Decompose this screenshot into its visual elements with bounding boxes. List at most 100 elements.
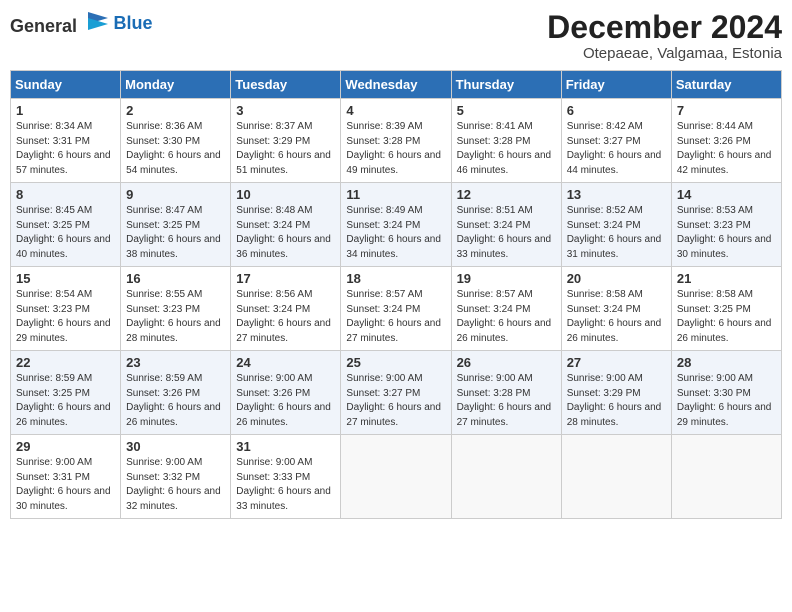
day-detail: Sunrise: 9:00 AMSunset: 3:33 PMDaylight:… (236, 456, 335, 514)
calendar-cell: 18Sunrise: 8:57 AMSunset: 3:24 PMDayligh… (341, 267, 451, 351)
calendar-cell: 4 Sunrise: 8:39 AMSunset: 3:28 PMDaylight… (341, 99, 451, 183)
calendar-cell (451, 435, 561, 519)
day-number: 9 (126, 187, 225, 202)
calendar-cell: 12 Sunrise: 8:51 AMSunset: 3:24 PMDayligh… (451, 183, 561, 267)
calendar-cell (561, 435, 671, 519)
header: General Blue December 2024 Otepaeae, Val… (10, 10, 782, 62)
day-detail: Sunrise: 9:00 AMSunset: 3:30 PMDaylight:… (677, 372, 776, 430)
day-detail: Sunrise: 8:55 AMSunset: 3:23 PMDaylight:… (126, 288, 225, 346)
calendar-cell: 3 Sunrise: 8:37 AMSunset: 3:29 PMDaylight… (231, 99, 341, 183)
calendar-cell: 21 Sunrise: 8:58 AMSunset: 3:25 PMDayligh… (671, 267, 781, 351)
day-number: 2 (126, 103, 225, 118)
day-detail: Sunrise: 8:52 AMSunset: 3:24 PMDaylight:… (567, 204, 666, 262)
calendar-cell: 5 Sunrise: 8:41 AMSunset: 3:28 PMDaylight… (451, 99, 561, 183)
weekday-header-friday: Friday (561, 71, 671, 99)
day-detail: Sunrise: 8:39 AMSunset: 3:28 PMDaylight:… (346, 120, 445, 178)
day-number: 26 (457, 355, 556, 370)
calendar-cell: 14 Sunrise: 8:53 AMSunset: 3:23 PMDayligh… (671, 183, 781, 267)
day-number: 15 (16, 271, 115, 286)
calendar-cell: 9Sunrise: 8:47 AMSunset: 3:25 PMDaylight… (121, 183, 231, 267)
month-title: December 2024 (547, 10, 782, 45)
calendar-cell: 24 Sunrise: 9:00 AMSunset: 3:26 PMDayligh… (231, 351, 341, 435)
weekday-header-tuesday: Tuesday (231, 71, 341, 99)
day-number: 24 (236, 355, 335, 370)
day-detail: Sunrise: 9:00 AMSunset: 3:32 PMDaylight:… (126, 456, 225, 514)
day-number: 14 (677, 187, 776, 202)
day-detail: Sunrise: 8:37 AMSunset: 3:29 PMDaylight:… (236, 120, 335, 178)
calendar-week-row: 8 Sunrise: 8:45 AMSunset: 3:25 PMDaylight… (11, 183, 782, 267)
day-detail: Sunrise: 8:58 AMSunset: 3:24 PMDaylight:… (567, 288, 666, 346)
day-detail: Sunrise: 8:57 AMSunset: 3:24 PMDaylight:… (457, 288, 556, 346)
calendar-cell: 13 Sunrise: 8:52 AMSunset: 3:24 PMDayligh… (561, 183, 671, 267)
logo-flag-icon (84, 10, 112, 32)
calendar-cell: 22Sunrise: 8:59 AMSunset: 3:25 PMDayligh… (11, 351, 121, 435)
calendar-cell: 1 Sunrise: 8:34 AMSunset: 3:31 PMDaylight… (11, 99, 121, 183)
day-detail: Sunrise: 8:48 AMSunset: 3:24 PMDaylight:… (236, 204, 335, 262)
day-detail: Sunrise: 8:44 AMSunset: 3:26 PMDaylight:… (677, 120, 776, 178)
day-number: 30 (126, 439, 225, 454)
day-detail: Sunrise: 9:00 AMSunset: 3:28 PMDaylight:… (457, 372, 556, 430)
day-number: 1 (16, 103, 115, 118)
calendar-cell: 30 Sunrise: 9:00 AMSunset: 3:32 PMDayligh… (121, 435, 231, 519)
day-number: 21 (677, 271, 776, 286)
day-number: 11 (346, 187, 445, 202)
day-detail: Sunrise: 8:56 AMSunset: 3:24 PMDaylight:… (236, 288, 335, 346)
calendar-cell: 6 Sunrise: 8:42 AMSunset: 3:27 PMDaylight… (561, 99, 671, 183)
day-number: 12 (457, 187, 556, 202)
logo: General Blue (10, 10, 153, 37)
day-detail: Sunrise: 8:41 AMSunset: 3:28 PMDaylight:… (457, 120, 556, 178)
day-detail: Sunrise: 8:36 AMSunset: 3:30 PMDaylight:… (126, 120, 225, 178)
calendar-cell: 26 Sunrise: 9:00 AMSunset: 3:28 PMDayligh… (451, 351, 561, 435)
calendar-cell: 17Sunrise: 8:56 AMSunset: 3:24 PMDayligh… (231, 267, 341, 351)
day-number: 3 (236, 103, 335, 118)
day-number: 6 (567, 103, 666, 118)
calendar-cell (671, 435, 781, 519)
calendar-cell: 11 Sunrise: 8:49 AMSunset: 3:24 PMDayligh… (341, 183, 451, 267)
day-number: 10 (236, 187, 335, 202)
day-number: 23 (126, 355, 225, 370)
day-number: 13 (567, 187, 666, 202)
day-number: 25 (346, 355, 445, 370)
calendar-cell: 15 Sunrise: 8:54 AMSunset: 3:23 PMDayligh… (11, 267, 121, 351)
logo-general-text: General (10, 16, 77, 36)
day-detail: Sunrise: 8:53 AMSunset: 3:23 PMDaylight:… (677, 204, 776, 262)
day-detail: Sunrise: 8:58 AMSunset: 3:25 PMDaylight:… (677, 288, 776, 346)
day-detail: Sunrise: 8:54 AMSunset: 3:23 PMDaylight:… (16, 288, 115, 346)
weekday-header-saturday: Saturday (671, 71, 781, 99)
day-detail: Sunrise: 8:42 AMSunset: 3:27 PMDaylight:… (567, 120, 666, 178)
calendar-cell (341, 435, 451, 519)
day-number: 4 (346, 103, 445, 118)
weekday-header-wednesday: Wednesday (341, 71, 451, 99)
calendar-week-row: 15 Sunrise: 8:54 AMSunset: 3:23 PMDayligh… (11, 267, 782, 351)
day-number: 27 (567, 355, 666, 370)
title-area: December 2024 Otepaeae, Valgamaa, Estoni… (547, 10, 782, 62)
day-number: 16 (126, 271, 225, 286)
day-detail: Sunrise: 9:00 AMSunset: 3:29 PMDaylight:… (567, 372, 666, 430)
day-number: 19 (457, 271, 556, 286)
day-number: 8 (16, 187, 115, 202)
calendar-week-row: 1 Sunrise: 8:34 AMSunset: 3:31 PMDaylight… (11, 99, 782, 183)
calendar-cell: 25 Sunrise: 9:00 AMSunset: 3:27 PMDayligh… (341, 351, 451, 435)
day-number: 20 (567, 271, 666, 286)
day-detail: Sunrise: 8:51 AMSunset: 3:24 PMDaylight:… (457, 204, 556, 262)
subtitle: Otepaeae, Valgamaa, Estonia (547, 45, 782, 62)
day-detail: Sunrise: 8:49 AMSunset: 3:24 PMDaylight:… (346, 204, 445, 262)
calendar-cell: 31 Sunrise: 9:00 AMSunset: 3:33 PMDayligh… (231, 435, 341, 519)
day-number: 5 (457, 103, 556, 118)
day-number: 7 (677, 103, 776, 118)
calendar-cell: 8 Sunrise: 8:45 AMSunset: 3:25 PMDaylight… (11, 183, 121, 267)
day-detail: Sunrise: 8:59 AMSunset: 3:26 PMDaylight:… (126, 372, 225, 430)
day-detail: Sunrise: 9:00 AMSunset: 3:27 PMDaylight:… (346, 372, 445, 430)
day-detail: Sunrise: 9:00 AMSunset: 3:26 PMDaylight:… (236, 372, 335, 430)
calendar-cell: 7 Sunrise: 8:44 AMSunset: 3:26 PMDaylight… (671, 99, 781, 183)
logo-blue-text: Blue (114, 13, 153, 33)
weekday-header-thursday: Thursday (451, 71, 561, 99)
day-detail: Sunrise: 9:00 AMSunset: 3:31 PMDaylight:… (16, 456, 115, 514)
day-number: 31 (236, 439, 335, 454)
calendar-cell: 19 Sunrise: 8:57 AMSunset: 3:24 PMDayligh… (451, 267, 561, 351)
calendar-cell: 27 Sunrise: 9:00 AMSunset: 3:29 PMDayligh… (561, 351, 671, 435)
day-detail: Sunrise: 8:45 AMSunset: 3:25 PMDaylight:… (16, 204, 115, 262)
calendar-cell: 10 Sunrise: 8:48 AMSunset: 3:24 PMDayligh… (231, 183, 341, 267)
calendar-week-row: 29Sunrise: 9:00 AMSunset: 3:31 PMDayligh… (11, 435, 782, 519)
day-detail: Sunrise: 8:34 AMSunset: 3:31 PMDaylight:… (16, 120, 115, 178)
